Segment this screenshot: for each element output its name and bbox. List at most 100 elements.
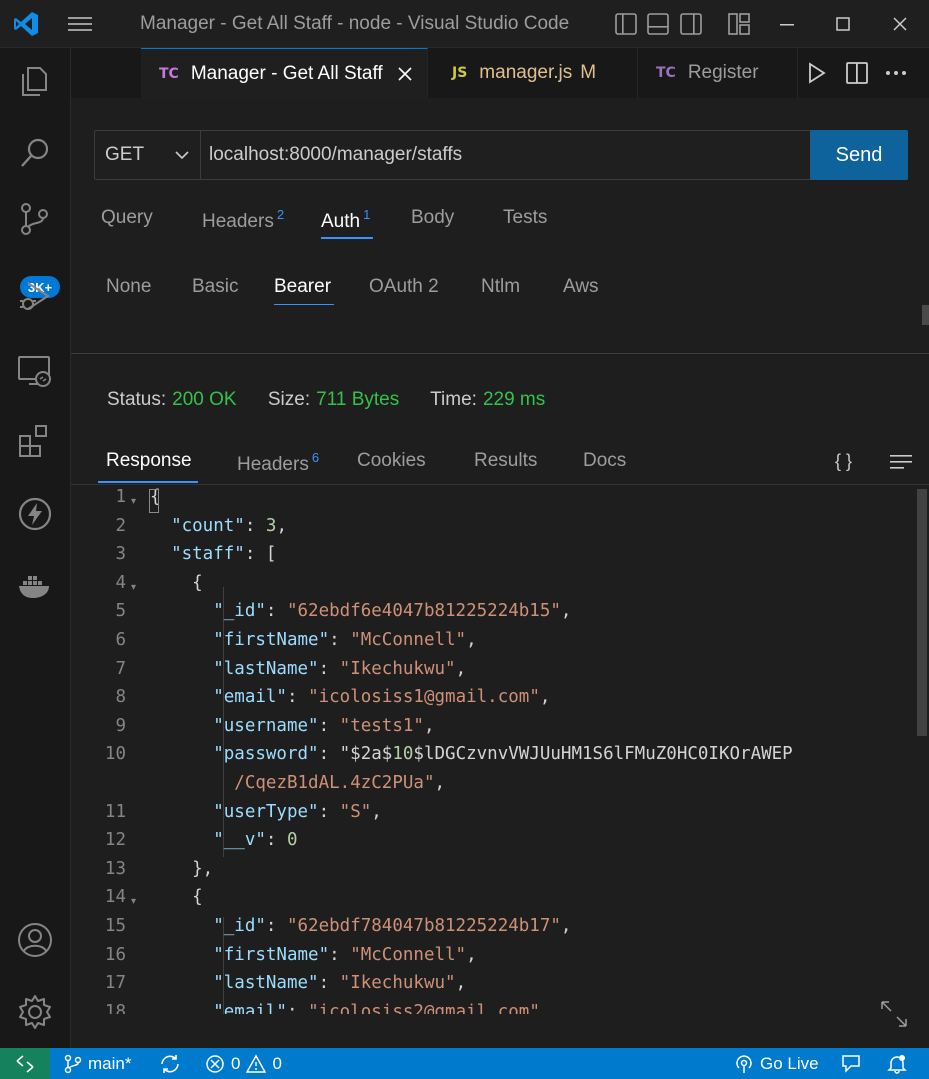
code-text: "lastName": "Ikechukwu", — [213, 973, 467, 994]
more-actions-icon[interactable] — [884, 58, 908, 88]
line-number: 9 — [115, 715, 126, 736]
editor-tab-register[interactable]: TC Register — [638, 48, 798, 98]
tab-auth[interactable]: Auth 1 — [321, 207, 370, 233]
auth-tab-aws[interactable]: Aws — [563, 276, 599, 298]
code-text: "userType": "S", — [213, 801, 382, 822]
split-editor-icon[interactable] — [845, 58, 869, 88]
notifications-bell-icon[interactable] — [887, 1054, 907, 1074]
response-status-line: Status: 200 OK Size: 711 Bytes Time: 229 ms — [107, 389, 571, 411]
code-text: "email": "icolosiss1@gmail.com", — [213, 687, 551, 708]
tab-cookies[interactable]: Cookies — [357, 450, 426, 472]
sync-button[interactable] — [159, 1052, 187, 1076]
git-branch-icon — [64, 1054, 82, 1074]
go-live-button[interactable]: Go Live — [734, 1052, 819, 1076]
maximize-icon[interactable] — [829, 10, 857, 38]
fold-chevron-icon[interactable]: ▾ — [131, 582, 136, 593]
line-number: 3 — [115, 544, 126, 565]
toggle-panel-icon[interactable] — [646, 12, 670, 36]
explorer-icon[interactable] — [16, 62, 54, 100]
line-number: 17 — [104, 973, 126, 994]
warning-count: 0 — [272, 1054, 282, 1073]
search-icon[interactable] — [16, 134, 54, 172]
code-line: 9 "username": "tests1", — [71, 716, 916, 745]
problems-indicator[interactable]: 0 0 — [205, 1052, 282, 1076]
line-number: 5 — [115, 601, 126, 622]
customize-layout-icon[interactable] — [727, 12, 751, 36]
request-bar: GET localhost:8000/manager/staffs Send — [94, 130, 908, 180]
toggle-secondary-sidebar-icon[interactable] — [679, 12, 703, 36]
code-text: "count": 3, — [171, 515, 288, 536]
format-json-button[interactable]: { } — [835, 451, 852, 472]
run-debug-icon[interactable] — [16, 277, 54, 315]
panel-divider[interactable] — [71, 353, 929, 354]
auth-tab-bearer[interactable]: Bearer — [274, 276, 331, 298]
code-text: { — [150, 887, 203, 908]
method-select[interactable]: GET — [95, 131, 201, 179]
code-line: 17 "lastName": "Ikechukwu", — [71, 973, 916, 1002]
tab-response[interactable]: Response — [106, 450, 192, 472]
code-text: "__v": 0 — [213, 830, 298, 851]
line-number: 11 — [104, 801, 126, 822]
thunder-collection-icon: TC — [656, 65, 676, 81]
send-button[interactable]: Send — [810, 130, 908, 180]
tab-query[interactable]: Query — [101, 207, 153, 229]
response-scrollbar[interactable] — [917, 489, 927, 736]
auth-tab-basic[interactable]: Basic — [192, 276, 238, 298]
tab-body[interactable]: Body — [411, 207, 454, 229]
feedback-icon[interactable] — [841, 1054, 861, 1074]
activity-bar: 3K+ — [0, 48, 71, 1048]
response-divider — [71, 484, 929, 485]
source-control-icon[interactable] — [16, 200, 54, 238]
tab-tests[interactable]: Tests — [503, 207, 547, 229]
expand-icon[interactable] — [879, 999, 909, 1029]
thunder-client-icon[interactable] — [16, 495, 54, 533]
tab-docs[interactable]: Docs — [583, 450, 626, 472]
code-line: 1 ▾{ — [71, 487, 916, 516]
fold-chevron-icon[interactable]: ▾ — [131, 896, 136, 907]
auth-tab-none[interactable]: None — [106, 276, 151, 298]
settings-gear-icon[interactable] — [16, 993, 54, 1031]
size-label: Size: — [267, 389, 311, 410]
bracket-match-highlight — [149, 489, 159, 513]
fold-chevron-icon[interactable]: ▾ — [131, 496, 136, 507]
broadcast-icon — [736, 1055, 752, 1073]
tab-response-headers[interactable]: Headers 6 — [237, 450, 319, 476]
line-number: 8 — [115, 687, 126, 708]
editor-tab-manager-get-all-staff[interactable]: TC Manager - Get All Staff — [141, 48, 428, 98]
remote-explorer-icon[interactable] — [16, 352, 54, 390]
status-label: Status: — [107, 389, 167, 410]
close-tab-icon[interactable] — [397, 66, 413, 82]
close-window-icon[interactable] — [886, 10, 914, 38]
modified-indicator: M — [580, 62, 597, 83]
docker-icon[interactable] — [16, 567, 54, 605]
toggle-primary-sidebar-icon[interactable] — [614, 12, 638, 36]
tab-results[interactable]: Results — [474, 450, 537, 472]
error-icon — [206, 1055, 224, 1073]
accounts-icon[interactable] — [16, 921, 54, 959]
warning-icon — [246, 1054, 267, 1073]
minimize-icon[interactable] — [773, 10, 801, 38]
extensions-icon[interactable] — [16, 422, 54, 460]
url-input[interactable]: localhost:8000/manager/staffs — [209, 131, 462, 179]
code-line: 16 "firstName": "McConnell", — [71, 945, 916, 974]
hamburger-menu-icon[interactable] — [66, 12, 94, 36]
javascript-file-icon: JS — [452, 65, 468, 81]
tab-headers[interactable]: Headers 2 — [202, 207, 284, 233]
line-number: 12 — [104, 830, 126, 851]
line-number: 15 — [104, 916, 126, 936]
run-icon[interactable] — [806, 58, 828, 88]
code-line: 2 "count": 3, — [71, 516, 916, 545]
editor-tab-manager-js[interactable]: JS manager.js M — [428, 48, 638, 98]
code-line: 15 "_id": "62ebdf784047b81225224b17", — [71, 916, 916, 945]
auth-tab-ntlm[interactable]: Ntlm — [481, 276, 520, 298]
remote-indicator[interactable] — [0, 1048, 50, 1079]
response-body-editor[interactable]: 1 ▾{2 "count": 3, 3 "staff": [4 ▾ {5 "_id":… — [71, 487, 916, 1014]
code-text: }, — [150, 858, 214, 879]
code-line: /CqezB1dAL.4zC2PUa", — [71, 773, 916, 802]
code-line: 14 ▾ { — [71, 887, 916, 916]
auth-tab-oauth2[interactable]: OAuth 2 — [369, 276, 439, 298]
branch-indicator[interactable]: main* — [64, 1052, 131, 1076]
menu-lines-icon[interactable] — [889, 452, 913, 472]
request-panel-scrollbar[interactable] — [922, 305, 929, 325]
code-text: "password": "$2a$10$lDGCzvnvVWJUuHM1S6lF… — [213, 744, 793, 765]
